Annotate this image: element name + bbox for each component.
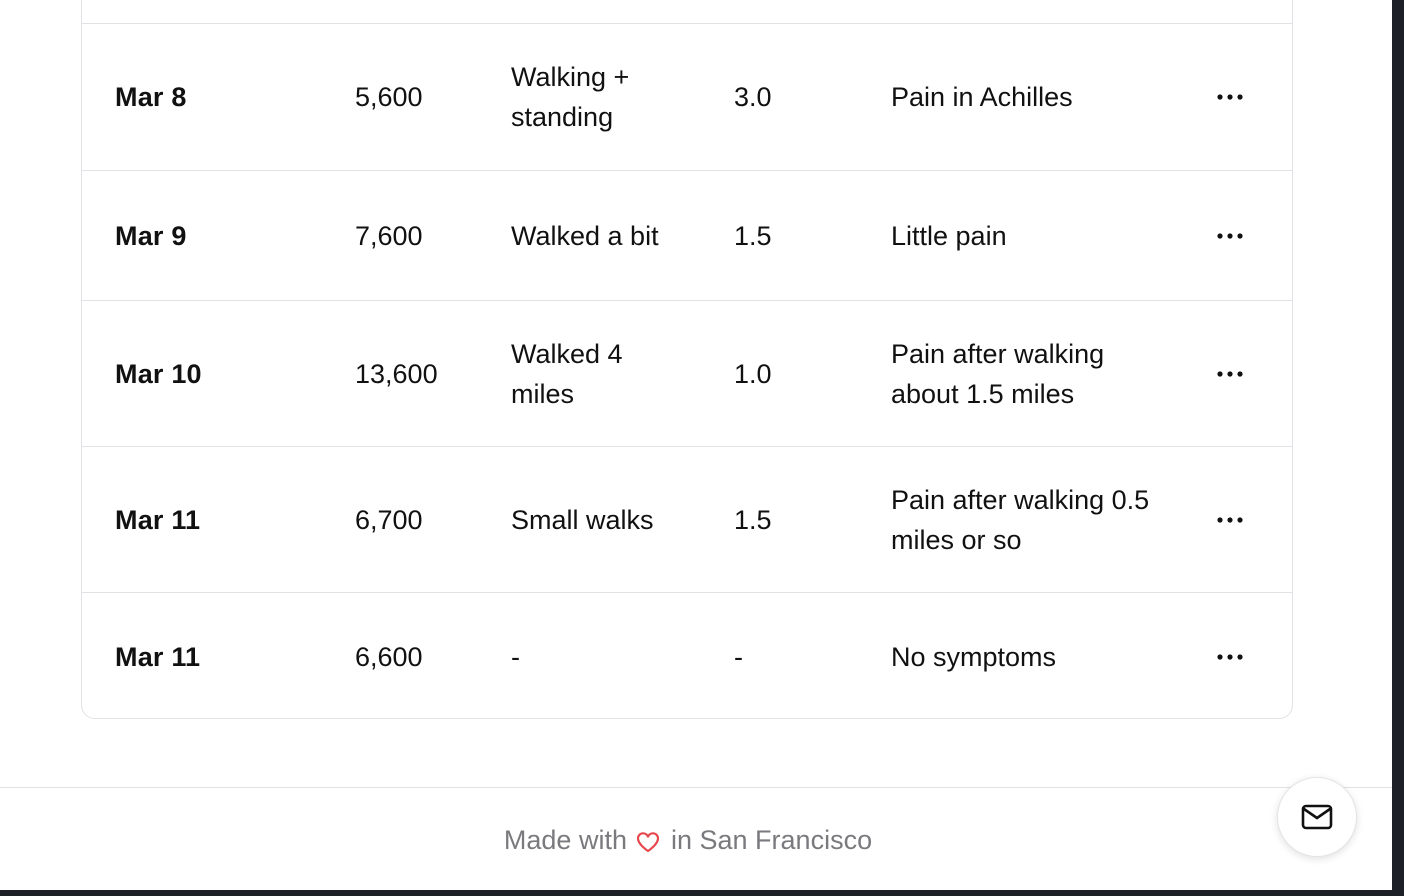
footer-divider [0, 787, 1392, 788]
notes-cell: Pain after walking 0.5 miles or so [891, 484, 1150, 555]
log-table: Mar 8 5,600 Walking + standing 3.0 Pain … [81, 0, 1293, 719]
footer-text-after: in San Francisco [671, 825, 873, 855]
steps-cell: 13,600 [355, 358, 438, 389]
date-cell: Mar 9 [115, 220, 187, 251]
more-horizontal-icon [1217, 516, 1243, 523]
date-cell: Mar 11 [115, 641, 201, 672]
steps-cell: 5,600 [355, 82, 423, 112]
table-row: Mar 11 6,700 Small walks 1.5 Pain after … [82, 446, 1292, 592]
heart-icon [636, 824, 660, 864]
notes-cell: Pain after walking about 1.5 miles [891, 338, 1105, 409]
footer-text-before: Made with [503, 825, 627, 855]
table-row: Mar 9 7,600 Walked a bit 1.5 Little pain [82, 170, 1292, 300]
contact-button[interactable] [1277, 777, 1357, 857]
date-cell: Mar 8 [115, 82, 187, 112]
app-window: Mar 8 5,600 Walking + standing 3.0 Pain … [0, 0, 1392, 890]
row-actions-button[interactable] [1200, 637, 1260, 677]
more-horizontal-icon [1217, 232, 1243, 239]
pain-level-cell: 1.0 [734, 358, 772, 389]
table-row: Mar 8 5,600 Walking + standing 3.0 Pain … [82, 23, 1292, 170]
pain-level-cell: 1.5 [734, 504, 772, 535]
table-row: Mar 11 6,600 - - No symptoms [82, 592, 1292, 718]
more-horizontal-icon [1217, 94, 1243, 100]
pain-level-cell: - [734, 641, 743, 672]
activity-cell: Walked a bit [511, 220, 659, 251]
row-actions-button[interactable] [1200, 77, 1260, 117]
steps-cell: 7,600 [355, 220, 423, 251]
notes-cell: Little pain [891, 220, 1007, 251]
row-actions-button[interactable] [1200, 500, 1260, 540]
notes-cell: Pain in Achilles [891, 82, 1073, 112]
activity-cell: - [511, 641, 520, 672]
activity-cell: Walking + standing [511, 62, 630, 132]
steps-cell: 6,700 [355, 504, 423, 535]
date-cell: Mar 11 [115, 504, 201, 535]
footer: Made with in San Francisco [0, 820, 1376, 864]
notes-cell: No symptoms [891, 641, 1057, 672]
date-cell: Mar 10 [115, 358, 202, 389]
activity-cell: Small walks [511, 504, 654, 535]
row-actions-button[interactable] [1200, 216, 1260, 256]
more-horizontal-icon [1217, 653, 1243, 660]
steps-cell: 6,600 [355, 641, 423, 672]
row-actions-button[interactable] [1200, 354, 1260, 394]
more-horizontal-icon [1217, 370, 1243, 377]
mail-icon [1301, 804, 1333, 830]
table-row: Mar 10 13,600 Walked 4 miles 1.0 Pain af… [82, 300, 1292, 446]
activity-cell: Walked 4 miles [511, 338, 623, 409]
pain-level-cell: 3.0 [734, 82, 772, 112]
pain-level-cell: 1.5 [734, 220, 772, 251]
